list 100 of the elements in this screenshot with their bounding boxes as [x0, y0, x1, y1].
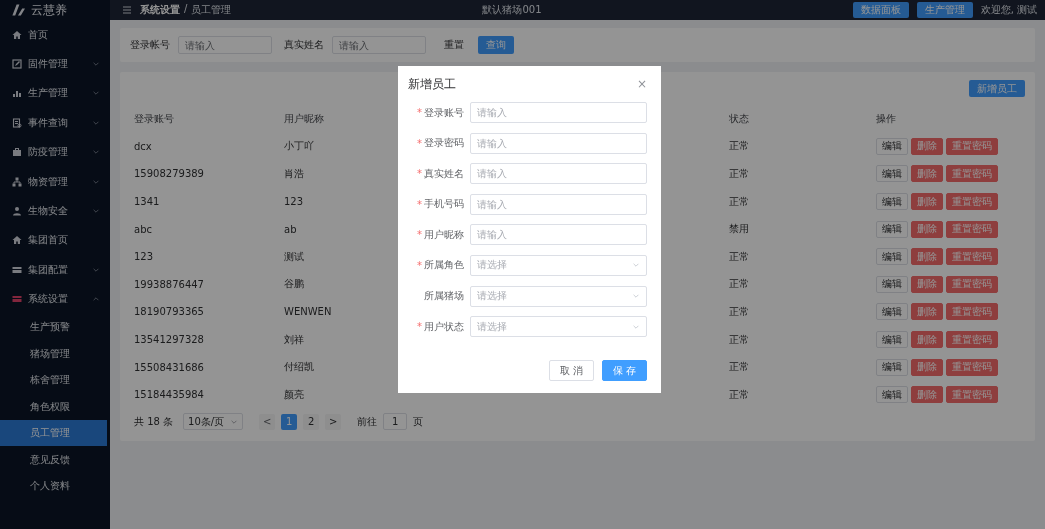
- edit-button[interactable]: 编辑: [876, 303, 908, 321]
- edit-button[interactable]: 编辑: [876, 193, 908, 211]
- table-cell: 13541297328: [134, 334, 204, 346]
- table-cell: WENWEN: [284, 306, 332, 318]
- table-cell: 123: [134, 251, 154, 263]
- sidebar-item[interactable]: 集团配置: [0, 255, 110, 285]
- page-suffix: 页: [413, 414, 424, 429]
- sidebar-item[interactable]: 生产管理: [0, 78, 110, 109]
- required-mark: *: [417, 259, 422, 271]
- person-icon: [12, 206, 22, 217]
- field-label: 所属猪场: [424, 289, 464, 304]
- sidebar-item[interactable]: 物资管理: [0, 166, 110, 197]
- home-icon: [12, 29, 22, 40]
- edit-button[interactable]: 编辑: [876, 358, 908, 376]
- breadcrumb-item[interactable]: 系统设置: [140, 3, 180, 17]
- sidebar-item[interactable]: 防疫管理: [0, 137, 110, 167]
- input-field[interactable]: 请输入: [470, 193, 647, 215]
- input-field[interactable]: 请输入: [470, 224, 647, 246]
- logo-text: 云慧养: [31, 1, 67, 19]
- cancel-button[interactable]: 取 消: [548, 360, 594, 381]
- table-cell: 小丁吖: [284, 139, 314, 154]
- chevron-icon: [632, 292, 640, 301]
- column-header: 操作: [876, 111, 896, 126]
- menu-icon: [122, 5, 132, 15]
- sidebar-item[interactable]: 生物安全: [0, 196, 110, 226]
- page-size-select[interactable]: 10条/页: [183, 413, 244, 431]
- save-button[interactable]: 保 存: [601, 360, 647, 381]
- input-field[interactable]: 请输入: [178, 36, 272, 54]
- chevron-icon: [92, 89, 100, 98]
- table-cell: 123: [284, 196, 304, 208]
- table-cell: dcx: [134, 140, 152, 152]
- input-field[interactable]: 请输入: [470, 132, 647, 154]
- table-cell: 正常: [729, 167, 749, 181]
- input-field[interactable]: 请输入: [470, 163, 647, 185]
- required-mark: *: [417, 321, 422, 333]
- page-button[interactable]: 2: [303, 413, 320, 430]
- card-icon: [12, 294, 22, 305]
- required-mark: *: [417, 107, 422, 118]
- sidebar-subitem[interactable]: 角色权限: [0, 393, 110, 420]
- prev-page-button[interactable]: <: [259, 413, 276, 430]
- sidebar-subitem[interactable]: 栋舍管理: [0, 366, 110, 394]
- table-cell: 付绍凯: [284, 360, 314, 375]
- logo-icon: [10, 3, 26, 17]
- table-cell: 正常: [729, 139, 749, 154]
- table-cell: 正常: [729, 194, 749, 209]
- document-icon: [12, 117, 22, 128]
- sidebar-subitem[interactable]: 个人资料: [0, 472, 110, 500]
- sidebar-item[interactable]: 系统设置: [0, 284, 110, 314]
- goto-label: 前往: [357, 414, 378, 429]
- next-page-button[interactable]: >: [325, 413, 342, 430]
- table-cell: 15184435984: [134, 389, 204, 401]
- table-cell: 1341: [134, 196, 160, 208]
- table-cell: 19938876447: [134, 278, 204, 290]
- edit-icon: [12, 59, 22, 70]
- table-cell: 禁用: [729, 222, 749, 237]
- column-header: 状态: [729, 111, 749, 126]
- input-field[interactable]: 请输入: [332, 36, 426, 54]
- edit-button[interactable]: 编辑: [876, 386, 908, 404]
- sidebar-item[interactable]: 固件管理: [0, 49, 110, 79]
- briefcase-icon: [12, 147, 22, 158]
- breadcrumb-separator: /: [184, 3, 188, 16]
- sidebar-item[interactable]: 首页: [0, 20, 110, 50]
- table-cell: 正常: [729, 304, 749, 319]
- total-count: 共 18 条: [134, 414, 174, 429]
- sitemap-icon: [12, 176, 22, 187]
- sidebar-item[interactable]: 集团首页: [0, 225, 110, 256]
- table-cell: 15908279389: [134, 168, 204, 180]
- table-cell: 谷鹏: [284, 277, 304, 292]
- required-mark: *: [417, 229, 422, 241]
- field-label: 真实姓名: [284, 38, 324, 52]
- home-icon: [12, 235, 22, 246]
- edit-button[interactable]: 编辑: [876, 137, 908, 155]
- sidebar-subitem[interactable]: 意见反馈: [0, 446, 110, 473]
- chart-icon: [12, 88, 22, 99]
- required-mark: *: [417, 168, 422, 180]
- farm-name: 默认猪场001: [481, 3, 543, 17]
- chevron-icon: [632, 261, 640, 270]
- welcome-text: 欢迎您, 测试: [980, 3, 1037, 17]
- required-mark: *: [417, 137, 422, 149]
- edit-button[interactable]: 编辑: [876, 165, 908, 183]
- sidebar-subitem[interactable]: 猪场管理: [0, 340, 110, 367]
- goto-page-field[interactable]: 1: [383, 413, 408, 431]
- sidebar-subitem[interactable]: 员工管理: [0, 419, 107, 447]
- dialog-title: 新增员工: [408, 75, 456, 93]
- sidebar-subitem[interactable]: 生产预警: [0, 313, 110, 341]
- card-icon: [12, 264, 22, 275]
- edit-button[interactable]: 编辑: [876, 220, 908, 238]
- column-header: 登录账号: [134, 111, 174, 126]
- edit-button[interactable]: 编辑: [876, 275, 908, 293]
- edit-button[interactable]: 编辑: [876, 248, 908, 266]
- table-cell: abc: [134, 223, 152, 235]
- column-header: 用户昵称: [284, 111, 324, 126]
- table-cell: 15508431686: [134, 361, 204, 373]
- edit-button[interactable]: 编辑: [876, 331, 908, 349]
- close-button[interactable]: ×: [636, 77, 647, 91]
- chevron-icon: [92, 60, 100, 69]
- field-label: 手机号码: [424, 197, 464, 212]
- sidebar-item[interactable]: 事件查询: [0, 108, 110, 138]
- table-cell: 颜亮: [284, 387, 304, 402]
- input-field[interactable]: 请输入: [470, 102, 647, 123]
